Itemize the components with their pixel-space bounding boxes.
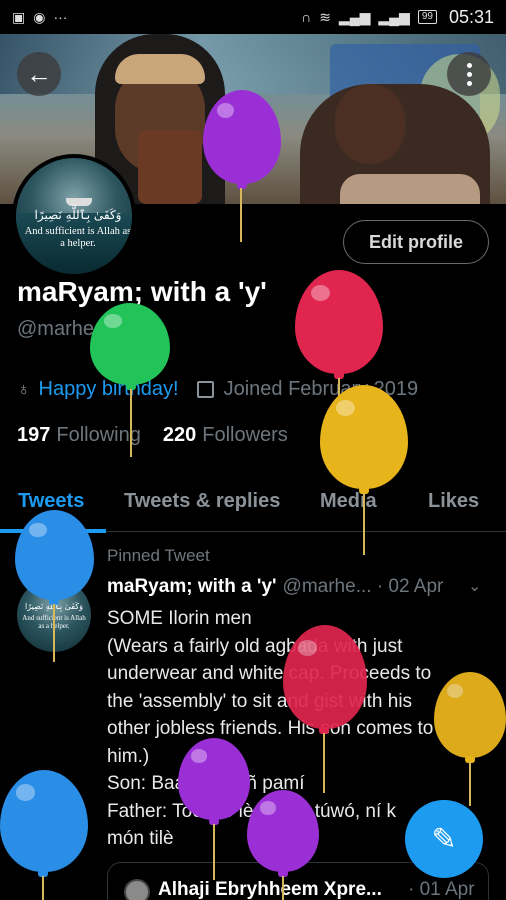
quoted-author-avatar bbox=[124, 879, 150, 900]
following-link[interactable]: 197 Following bbox=[17, 424, 141, 447]
balloon-string bbox=[42, 876, 44, 900]
tweet-line: him.) bbox=[107, 745, 150, 767]
more-options-button[interactable] bbox=[447, 52, 491, 96]
birthday-balloon-blue-2 bbox=[0, 770, 88, 872]
birthday-balloon-purple-2 bbox=[178, 738, 250, 820]
balloon-string bbox=[469, 762, 471, 806]
quoted-date-value: 01 Apr bbox=[419, 879, 475, 900]
tweet-author-meta: @marhe... · 02 Apr bbox=[282, 576, 444, 597]
follow-stats: 197 Following 220 Followers bbox=[17, 424, 310, 447]
following-count: 197 bbox=[17, 424, 51, 446]
tweet-line: other jobless friends. His son comes to bbox=[107, 718, 434, 739]
edit-profile-button[interactable]: Edit profile bbox=[343, 220, 489, 264]
status-bar: ▣ ◉ ··· ∩ ≋ ▂▄▆ ▂▄▆ 99 05:31 bbox=[0, 0, 506, 34]
vertical-dots-icon bbox=[466, 62, 472, 68]
tab-tweets-and-replies[interactable]: Tweets & replies bbox=[124, 490, 280, 513]
tab-likes[interactable]: Likes bbox=[428, 490, 479, 513]
birthday-balloon-yellow-2 bbox=[434, 672, 506, 758]
birthday-balloon-purple-3 bbox=[247, 790, 319, 872]
birthday-balloon-purple bbox=[203, 90, 281, 184]
balloon-icon: ♁ bbox=[17, 379, 31, 399]
balloon-string bbox=[213, 824, 215, 880]
tweet-author-name[interactable]: maRyam; with a 'y' bbox=[107, 576, 277, 598]
banner-person-2-shirt bbox=[340, 174, 480, 204]
tweet-header: maRyam; with a 'y' @marhe... · 02 Apr bbox=[107, 576, 443, 598]
followers-count: 220 bbox=[162, 424, 197, 446]
signal-icon-2: ▂▄▆ bbox=[378, 8, 410, 25]
banner-person-2-head bbox=[335, 84, 405, 164]
birthday-balloon-red-2 bbox=[283, 625, 367, 729]
more-notifications-icon: ··· bbox=[53, 9, 68, 25]
battery-indicator: 99 bbox=[417, 10, 437, 24]
birthday-link[interactable]: Happy birthday! bbox=[39, 378, 179, 401]
avatar-boat bbox=[66, 198, 92, 206]
headphones-icon: ∩ bbox=[301, 9, 312, 25]
avatar-caption: And sufficient is Allah as a helper. bbox=[24, 226, 132, 249]
balloon-string bbox=[130, 389, 132, 457]
profile-display-name: maRyam; with a 'y' bbox=[17, 276, 267, 307]
pinned-label: Pinned Tweet bbox=[107, 546, 210, 565]
message-notification-icon: ◉ bbox=[33, 8, 46, 25]
back-button[interactable]: ← bbox=[17, 52, 61, 96]
balloon-knot bbox=[237, 182, 247, 189]
calendar-icon bbox=[196, 381, 214, 398]
tab-media[interactable]: Media bbox=[320, 490, 377, 513]
image-notification-icon: ▣ bbox=[12, 8, 26, 25]
signal-icon: ▂▄▆ bbox=[338, 8, 371, 25]
wifi-icon: ≋ bbox=[319, 8, 331, 25]
quoted-date: · 01 Apr bbox=[408, 879, 475, 900]
avatar-arabic-text: وَكَفَىٰ بِٱللَّهِ نَصِيرًا bbox=[34, 208, 122, 222]
status-bar-left: ▣ ◉ ··· bbox=[12, 9, 67, 26]
chevron-down-icon[interactable]: ⌄ bbox=[468, 576, 481, 596]
compose-tweet-button[interactable]: ✎ bbox=[405, 800, 483, 878]
birthday-balloon-yellow bbox=[320, 385, 408, 489]
feather-plus-icon: ✎ bbox=[431, 822, 457, 856]
banner-person-scarf bbox=[115, 54, 205, 84]
balloon-string bbox=[323, 733, 325, 793]
birthday-balloon-blue bbox=[15, 510, 94, 600]
balloon-string bbox=[282, 876, 284, 900]
balloon-string bbox=[363, 493, 365, 555]
balloon-string bbox=[240, 188, 242, 242]
status-bar-right: ∩ ≋ ▂▄▆ ▂▄▆ 99 05:31 bbox=[301, 7, 494, 28]
followers-label: Followers bbox=[202, 424, 288, 446]
tweet-line: SOME Ilorin men bbox=[107, 608, 252, 629]
birthday-balloon-red bbox=[295, 270, 383, 374]
banner-phone bbox=[138, 130, 202, 204]
clock: 05:31 bbox=[448, 6, 494, 27]
birthday-balloon-green bbox=[90, 303, 170, 385]
arrow-left-icon: ← bbox=[26, 58, 52, 89]
balloon-string bbox=[53, 604, 55, 662]
following-label: Following bbox=[56, 424, 141, 446]
profile-avatar[interactable]: وَكَفَىٰ بِٱللَّهِ نَصِيرًا And sufficie… bbox=[12, 154, 136, 278]
followers-link[interactable]: 220 Followers bbox=[163, 424, 288, 447]
quoted-author-name: Alhaji Ebryhheem Xpre... bbox=[158, 879, 382, 900]
